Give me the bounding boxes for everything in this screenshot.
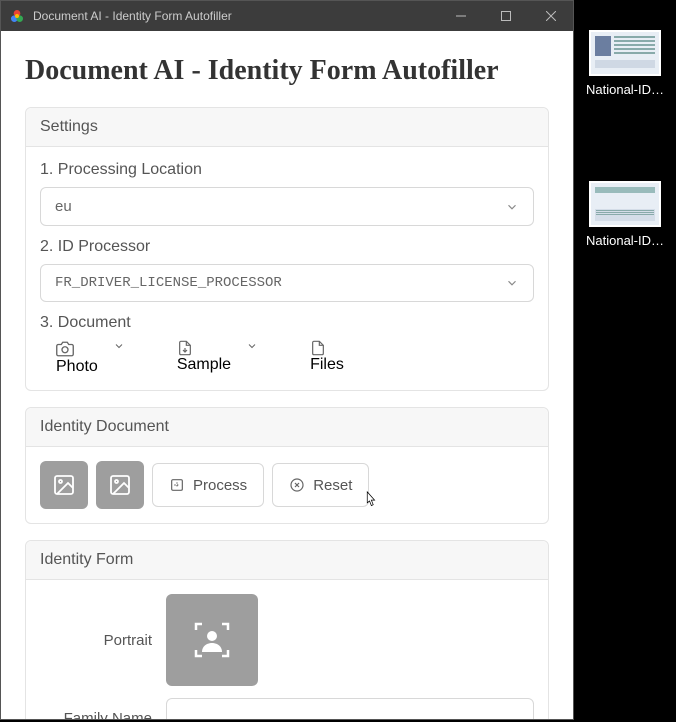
family-name-row: Family Name [40, 698, 534, 719]
process-label: Process [193, 477, 247, 494]
desktop-area[interactable]: National-ID… National-ID… [574, 0, 676, 722]
id-processor-label: 2. ID Processor [40, 238, 534, 256]
window-maximize-button[interactable] [483, 1, 528, 31]
identity-document-panel: Identity Document Process [25, 407, 549, 524]
window-close-button[interactable] [528, 1, 573, 31]
settings-panel-header: Settings [26, 108, 548, 147]
titlebar: Document AI - Identity Form Autofiller [1, 1, 573, 31]
refresh-icon [169, 477, 185, 493]
process-button[interactable]: Process [152, 463, 264, 507]
chevron-down-icon [505, 276, 519, 290]
photo-dropdown-button[interactable] [113, 340, 153, 376]
chevron-down-icon [505, 200, 519, 214]
desktop-file-label: National-ID… [586, 82, 664, 97]
family-name-label: Family Name [40, 710, 152, 720]
settings-panel: Settings 1. Processing Location eu 2. ID… [25, 107, 549, 391]
app-window: Document AI - Identity Form Autofiller D… [0, 0, 574, 720]
processing-location-value: eu [55, 198, 72, 215]
processing-location-label: 1. Processing Location [40, 161, 534, 179]
id-processor-select[interactable]: FR_DRIVER_LICENSE_PROCESSOR [40, 264, 534, 302]
portrait-label: Portrait [40, 632, 152, 649]
portrait-scan-icon [188, 616, 236, 664]
identity-form-panel: Identity Form Portrait [25, 540, 549, 719]
id-card-front-thumb-icon [589, 30, 661, 76]
document-front-thumb[interactable] [40, 461, 88, 509]
desktop-file-national-id-back[interactable]: National-ID… [584, 181, 666, 248]
portrait-row: Portrait [40, 594, 534, 686]
sample-button[interactable]: Sample [161, 340, 247, 376]
file-icon [310, 340, 344, 356]
portrait-placeholder[interactable] [166, 594, 258, 686]
id-processor-value: FR_DRIVER_LICENSE_PROCESSOR [55, 275, 282, 291]
sample-dropdown-button[interactable] [246, 340, 286, 376]
content-area[interactable]: Document AI - Identity Form Autofiller S… [1, 31, 573, 719]
processing-location-select[interactable]: eu [40, 187, 534, 226]
identity-form-header: Identity Form [26, 541, 548, 580]
photo-button[interactable]: Photo [40, 340, 114, 376]
identity-document-header: Identity Document [26, 408, 548, 447]
page-title: Document AI - Identity Form Autofiller [25, 55, 549, 87]
desktop-file-national-id-front[interactable]: National-ID… [584, 30, 666, 97]
window-minimize-button[interactable] [438, 1, 483, 31]
document-label: 3. Document [40, 314, 534, 332]
photo-button-group: Photo [40, 340, 153, 376]
reset-button[interactable]: Reset [272, 463, 369, 507]
reset-label: Reset [313, 477, 352, 494]
id-card-back-thumb-icon [589, 181, 661, 227]
files-button[interactable]: Files [294, 340, 360, 376]
sample-label: Sample [177, 356, 231, 373]
window-title: Document AI - Identity Form Autofiller [33, 9, 232, 23]
camera-icon [56, 340, 98, 358]
app-logo-icon [9, 8, 25, 24]
family-name-input[interactable] [166, 698, 534, 719]
photo-label: Photo [56, 358, 98, 375]
files-label: Files [310, 356, 344, 373]
document-back-thumb[interactable] [96, 461, 144, 509]
desktop-file-label: National-ID… [586, 233, 664, 248]
sample-button-group: Sample [161, 340, 286, 376]
x-circle-icon [289, 477, 305, 493]
download-icon [177, 340, 231, 356]
